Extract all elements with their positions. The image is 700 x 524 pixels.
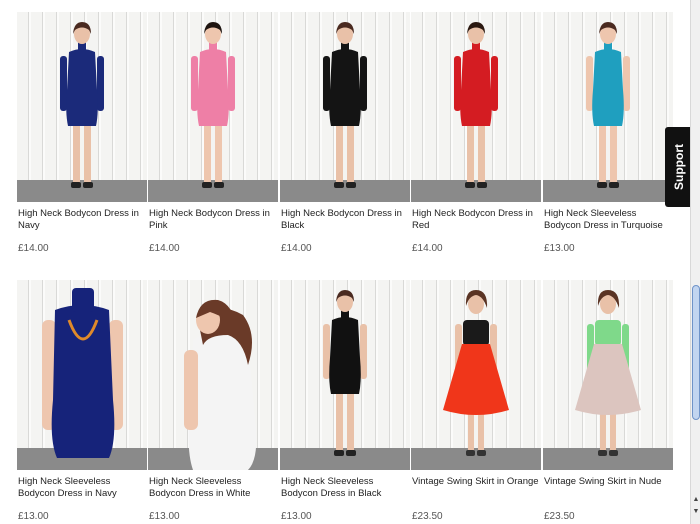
scroll-down-arrow-icon[interactable]: ▼ [692, 508, 700, 516]
scroll-up-arrow-icon[interactable]: ▲ [692, 496, 700, 504]
support-label: Support [671, 144, 686, 190]
product-name-link[interactable]: High Neck Sleeveless Bodycon Dress in Tu… [543, 208, 673, 234]
product-price: £13.00 [544, 243, 575, 254]
product-price: £14.00 [412, 243, 443, 254]
product-image[interactable] [411, 280, 541, 470]
product-price: £13.00 [18, 511, 49, 522]
product-image[interactable] [148, 280, 278, 470]
model-figure [60, 22, 104, 188]
model-figure [586, 22, 630, 188]
model-figure [443, 290, 509, 456]
product-name-link[interactable]: Vintage Swing Skirt in Nude [543, 476, 673, 502]
product-image[interactable] [411, 12, 541, 202]
product-price: £14.00 [18, 243, 49, 254]
product-price: £23.50 [544, 511, 575, 522]
product-name-link[interactable]: High Neck Sleeveless Bodycon Dress in Wh… [148, 476, 278, 502]
product-image[interactable] [280, 280, 410, 470]
product-image[interactable] [148, 12, 278, 202]
product-price: £14.00 [281, 243, 312, 254]
product-card[interactable]: High Neck Sleeveless Bodycon Dress in Na… [17, 280, 147, 522]
product-card[interactable]: High Neck Bodycon Dress in Black £14.00 [280, 12, 410, 254]
product-card[interactable]: High Neck Bodycon Dress in Red £14.00 [411, 12, 541, 254]
scrollbar[interactable]: ▲ ▼ [690, 0, 700, 524]
support-tab-button[interactable]: Support [665, 127, 692, 207]
product-name-link[interactable]: Vintage Swing Skirt in Orange [411, 476, 541, 502]
product-image[interactable] [17, 280, 147, 470]
product-card[interactable]: High Neck Bodycon Dress in Pink £14.00 [148, 12, 278, 254]
model-figure [454, 22, 498, 188]
product-name-link[interactable]: High Neck Sleeveless Bodycon Dress in Na… [17, 476, 147, 502]
product-price: £13.00 [149, 511, 180, 522]
product-name-link[interactable]: High Neck Bodycon Dress in Red [411, 208, 541, 234]
product-image[interactable] [280, 12, 410, 202]
product-price: £23.50 [412, 511, 443, 522]
product-name-link[interactable]: High Neck Sleeveless Bodycon Dress in Bl… [280, 476, 410, 502]
product-card[interactable]: High Neck Sleeveless Bodycon Dress in Bl… [280, 280, 410, 522]
product-grid: High Neck Bodycon Dress in Navy £14.00 Hig… [0, 0, 690, 524]
model-figure [191, 22, 235, 188]
scrollbar-thumb[interactable] [692, 285, 700, 420]
product-card[interactable]: High Neck Sleeveless Bodycon Dress in Tu… [543, 12, 673, 254]
product-price: £14.00 [149, 243, 180, 254]
product-image[interactable] [543, 12, 673, 202]
model-figure [323, 290, 367, 456]
product-image[interactable] [543, 280, 673, 470]
product-card[interactable]: Vintage Swing Skirt in Orange £23.50 [411, 280, 541, 522]
model-figure [323, 22, 367, 188]
product-name-link[interactable]: High Neck Bodycon Dress in Black [280, 208, 410, 234]
model-figure [575, 290, 641, 456]
product-name-link[interactable]: High Neck Bodycon Dress in Pink [148, 208, 278, 234]
model-figure [42, 288, 123, 458]
product-image[interactable] [17, 12, 147, 202]
model-figure [184, 299, 257, 470]
product-price: £13.00 [281, 511, 312, 522]
product-card[interactable]: High Neck Sleeveless Bodycon Dress in Wh… [148, 280, 278, 522]
product-card[interactable]: Vintage Swing Skirt in Nude £23.50 [543, 280, 673, 522]
product-name-link[interactable]: High Neck Bodycon Dress in Navy [17, 208, 147, 234]
product-card[interactable]: High Neck Bodycon Dress in Navy £14.00 [17, 12, 147, 254]
